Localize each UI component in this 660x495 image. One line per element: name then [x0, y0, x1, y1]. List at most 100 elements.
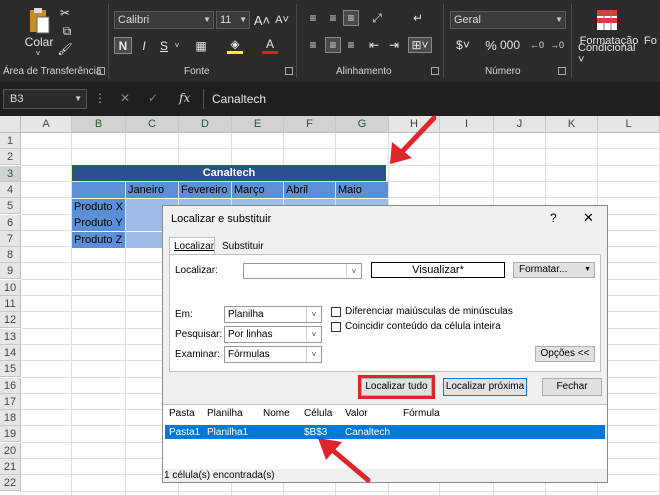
results-column-header[interactable]: Pasta: [169, 408, 195, 419]
results-column-header[interactable]: Célula: [304, 408, 332, 419]
match-entire-checkbox[interactable]: [331, 322, 341, 332]
column-header-h[interactable]: H: [389, 116, 440, 133]
paste-icon[interactable]: [26, 6, 52, 36]
number-launcher-icon[interactable]: [558, 67, 566, 75]
row-header-18[interactable]: 18: [0, 410, 21, 427]
row-header-20[interactable]: 20: [0, 442, 21, 459]
font-name-select[interactable]: Calibri ▼: [114, 11, 214, 29]
align-center-icon[interactable]: ≡: [325, 37, 341, 53]
conditional-format-icon[interactable]: [595, 8, 619, 32]
row-header-13[interactable]: 13: [0, 328, 21, 345]
row-header-1[interactable]: 1: [0, 133, 21, 149]
month-header-cell[interactable]: Maio: [336, 182, 388, 198]
close-icon[interactable]: ✕: [583, 210, 594, 226]
results-list[interactable]: Pasta Planilha Nome Célula Valor Fórmula Past…: [163, 404, 607, 469]
row-header-14[interactable]: 14: [0, 344, 21, 361]
column-header-g[interactable]: G: [336, 116, 389, 133]
results-column-header[interactable]: Nome: [263, 408, 290, 419]
column-header-c[interactable]: C: [126, 116, 179, 133]
row-header-9[interactable]: 9: [0, 263, 21, 280]
comma-style-icon[interactable]: 000: [500, 37, 520, 53]
find-next-button[interactable]: Localizar próxima: [443, 378, 527, 396]
row-header-6[interactable]: 6: [0, 214, 21, 231]
font-size-select[interactable]: 11 ▼: [216, 11, 250, 29]
wrap-text-icon[interactable]: ↵: [410, 10, 426, 26]
look-in-select[interactable]: Fórmulas ˅: [224, 346, 322, 363]
row-header-5[interactable]: 5: [0, 198, 21, 215]
row-header-2[interactable]: 2: [0, 149, 21, 166]
options-button[interactable]: Opções <<: [535, 346, 595, 362]
increase-decimal-icon[interactable]: ←0: [530, 37, 544, 53]
product-cell[interactable]: Produto X: [72, 199, 125, 215]
column-header-j[interactable]: J: [494, 116, 546, 133]
result-row[interactable]: Pasta1 Planilha1 $B$3 Canaltech: [165, 425, 605, 439]
increase-font-icon[interactable]: A˄: [254, 11, 270, 29]
underline-button[interactable]: S: [157, 37, 171, 54]
column-header-a[interactable]: A: [21, 116, 72, 133]
align-right-icon[interactable]: ≡: [343, 37, 359, 53]
format-painter-icon[interactable]: 🖌: [57, 42, 72, 56]
orientation-icon[interactable]: ⤢: [366, 10, 388, 26]
column-header-b[interactable]: B: [72, 116, 126, 133]
row-header-22[interactable]: 22: [0, 475, 21, 492]
column-header-d[interactable]: D: [179, 116, 232, 133]
align-bottom-icon[interactable]: ≡: [343, 10, 359, 26]
align-top-icon[interactable]: ≡: [305, 10, 321, 26]
column-header-l[interactable]: L: [598, 116, 660, 133]
tab-find[interactable]: Localizar: [169, 237, 215, 255]
cancel-icon[interactable]: ✕: [120, 91, 130, 105]
increase-indent-icon[interactable]: ⇥: [386, 37, 402, 53]
month-header-cell[interactable]: Março: [232, 182, 283, 198]
find-all-button[interactable]: Localizar tudo: [361, 378, 432, 396]
header-blank-cell[interactable]: [72, 182, 125, 198]
bold-button[interactable]: N: [114, 37, 132, 54]
column-header-e[interactable]: E: [232, 116, 284, 133]
column-header-f[interactable]: F: [284, 116, 336, 133]
chevron-down-icon[interactable]: ˅: [32, 48, 44, 58]
within-select[interactable]: Planilha ˅: [224, 306, 322, 323]
align-middle-icon[interactable]: ≡: [325, 10, 341, 26]
name-box[interactable]: B3 ▼: [3, 89, 87, 109]
row-header-11[interactable]: 11: [0, 296, 21, 312]
decrease-decimal-icon[interactable]: →0: [550, 37, 564, 53]
percent-icon[interactable]: %: [484, 37, 498, 53]
product-cell[interactable]: Produto Z: [72, 231, 125, 248]
row-header-15[interactable]: 15: [0, 361, 21, 378]
paste-button[interactable]: Colar: [22, 35, 56, 49]
row-header-19[interactable]: 19: [0, 426, 21, 443]
conditional-format-label-2[interactable]: Condicional ˅: [578, 42, 640, 66]
results-column-header[interactable]: Planilha: [207, 408, 243, 419]
decrease-indent-icon[interactable]: ⇤: [366, 37, 382, 53]
currency-icon[interactable]: $˅: [452, 37, 474, 53]
row-header-8[interactable]: 8: [0, 247, 21, 264]
merge-center-icon[interactable]: ⊞˅: [408, 37, 432, 53]
clipboard-launcher-icon[interactable]: [97, 67, 105, 75]
column-header-i[interactable]: I: [440, 116, 494, 133]
select-all-corner[interactable]: [0, 116, 21, 133]
results-column-header[interactable]: Valor: [345, 408, 368, 419]
italic-button[interactable]: I: [137, 37, 151, 54]
borders-icon[interactable]: ▦: [193, 37, 209, 54]
cut-icon[interactable]: ✂: [58, 6, 72, 20]
row-header-12[interactable]: 12: [0, 312, 21, 329]
row-header-3[interactable]: 3: [0, 165, 21, 182]
more-options-icon[interactable]: ⋮: [94, 91, 106, 105]
results-column-header[interactable]: Fórmula: [403, 408, 440, 419]
alignment-launcher-icon[interactable]: [431, 67, 439, 75]
format-button[interactable]: Formatar... ▼: [513, 262, 595, 278]
row-header-21[interactable]: 21: [0, 459, 21, 475]
copy-icon[interactable]: ⧉: [58, 24, 76, 38]
insert-function-icon[interactable]: fx: [179, 91, 190, 105]
find-input[interactable]: ˅: [243, 263, 362, 279]
month-header-cell[interactable]: Fevereiro: [179, 182, 231, 198]
match-case-checkbox[interactable]: [331, 307, 341, 317]
format-as-table-label[interactable]: Fo: [644, 35, 660, 47]
fill-color-icon[interactable]: ◈: [227, 37, 243, 54]
row-header-7[interactable]: 7: [0, 230, 21, 247]
title-cell[interactable]: Canaltech: [72, 165, 386, 181]
formula-input[interactable]: Canaltech: [203, 89, 660, 109]
month-header-cell[interactable]: Janeiro: [126, 182, 178, 198]
column-header-k[interactable]: K: [546, 116, 598, 133]
align-left-icon[interactable]: ≡: [305, 37, 321, 53]
close-button[interactable]: Fechar: [542, 378, 602, 396]
